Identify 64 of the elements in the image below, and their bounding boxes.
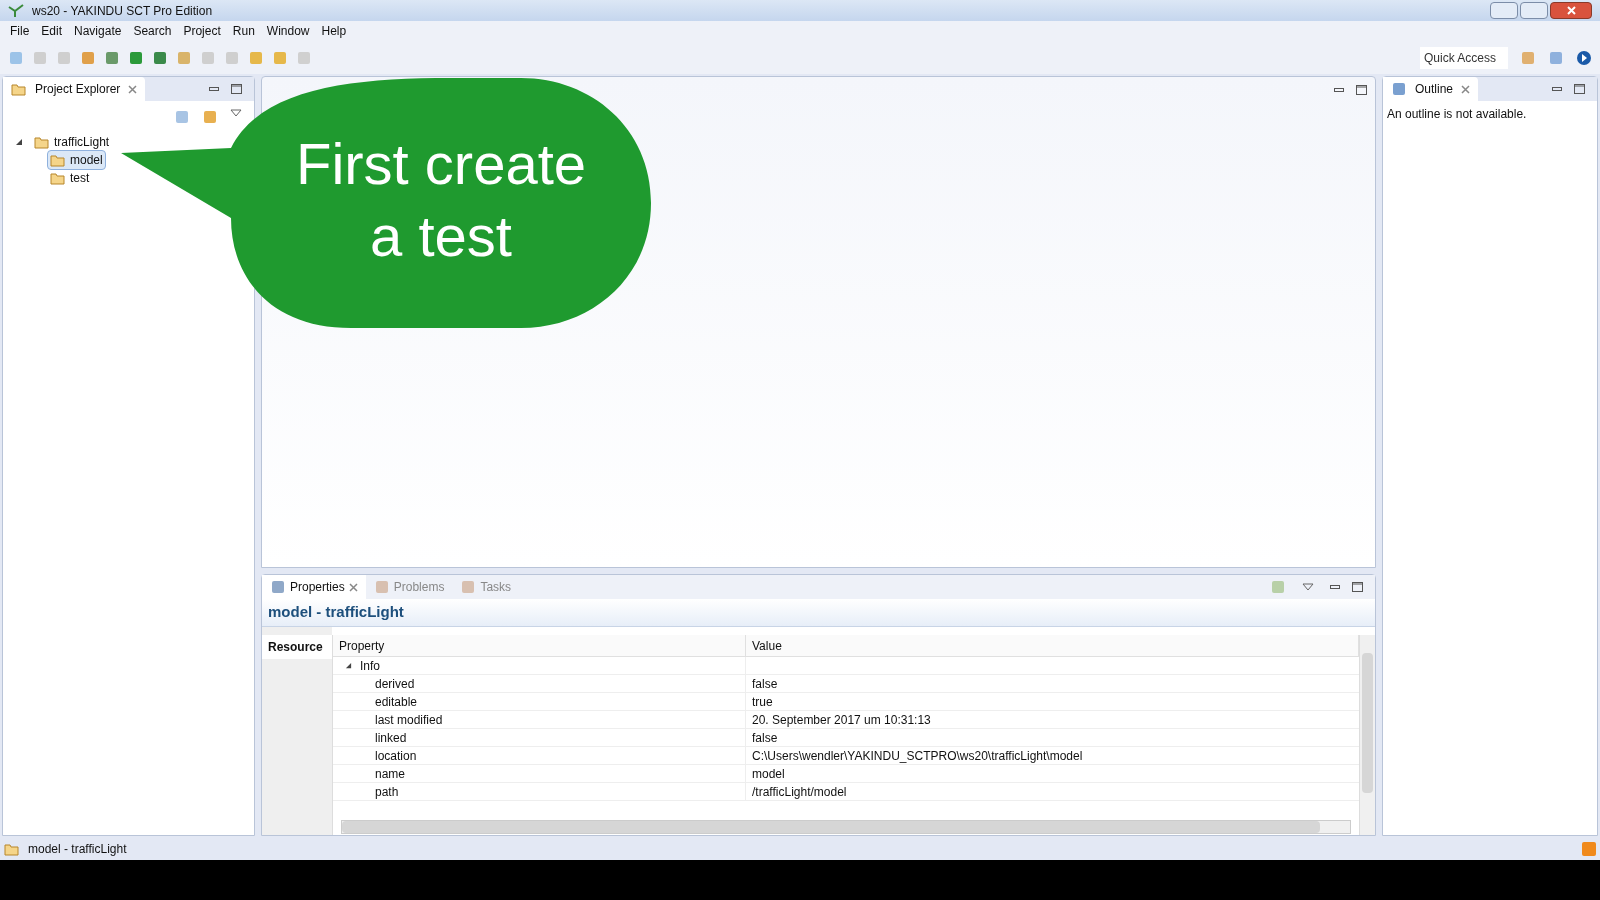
close-icon[interactable] <box>128 84 138 94</box>
tree-item[interactable]: trafficLight <box>31 132 113 152</box>
maximize-icon[interactable] <box>231 84 242 94</box>
window-title: ws20 - YAKINDU SCT Pro Edition <box>32 2 213 20</box>
expanded-arrow-icon[interactable] <box>345 662 352 669</box>
table-cell-text: Info <box>360 657 380 675</box>
minimize-icon[interactable] <box>1330 585 1340 589</box>
menu-item[interactable]: Run <box>226 22 261 40</box>
menu-item[interactable]: Project <box>177 22 227 40</box>
table-cell-text: last modified <box>375 711 443 729</box>
close-icon[interactable] <box>348 582 358 592</box>
expanded-arrow-icon[interactable] <box>15 138 23 146</box>
quick-access-field[interactable]: Quick Access <box>1420 46 1508 69</box>
minimize-icon[interactable] <box>209 87 219 91</box>
column-header[interactable]: Property <box>333 635 746 656</box>
table-cell-text: path <box>375 783 399 801</box>
table-cell-text: /trafficLight/model <box>752 783 847 801</box>
table-cell-text: location <box>375 747 417 765</box>
vertical-scrollbar[interactable] <box>1359 635 1375 835</box>
view-tab[interactable]: Outline <box>1383 77 1479 101</box>
table-cell-text: name <box>375 765 406 783</box>
minimize-icon[interactable] <box>1334 88 1344 92</box>
menu-item[interactable]: Navigate <box>68 22 128 40</box>
maximize-icon[interactable] <box>1574 84 1585 94</box>
menu-item[interactable]: Window <box>260 22 316 40</box>
table-cell-text: model <box>752 765 785 783</box>
restore-window-button[interactable] <box>1520 2 1548 19</box>
minimize-window-button[interactable] <box>1490 2 1518 19</box>
menu-item[interactable]: Help <box>315 22 353 40</box>
folder-icon <box>50 153 66 167</box>
table-cell-text: false <box>752 675 778 693</box>
menu-item[interactable]: Search <box>127 22 178 40</box>
table-cell-text: true <box>752 693 773 711</box>
table-cell-text: derived <box>375 675 415 693</box>
explorer-icon <box>11 82 27 96</box>
status-text: model - trafficLight <box>28 841 127 858</box>
minimize-icon[interactable] <box>1552 87 1562 91</box>
view-menu-icon[interactable] <box>1302 583 1314 591</box>
horizontal-scrollbar[interactable] <box>341 820 1351 834</box>
side-tab[interactable]: Resource <box>262 635 332 659</box>
folder-icon <box>34 135 50 149</box>
table-cell-text: C:\Users\wendler\YAKINDU_SCTPRO\ws20\trafficLight\model <box>752 747 1083 765</box>
maximize-icon[interactable] <box>1352 582 1363 592</box>
table-cell-text: false <box>752 729 778 747</box>
folder-icon <box>4 842 20 856</box>
app-logo-icon <box>8 3 24 18</box>
close-window-button[interactable] <box>1550 2 1592 19</box>
view-menu-icon[interactable] <box>230 109 242 117</box>
view-tab[interactable]: Project Explorer <box>3 77 146 101</box>
tree-item[interactable]: model <box>47 150 106 170</box>
close-icon[interactable] <box>1461 84 1471 94</box>
close-icon <box>1566 6 1576 15</box>
play-circle-icon[interactable] <box>1576 49 1592 66</box>
tree-item[interactable]: test <box>47 168 93 188</box>
table-cell-text: 20. September 2017 um 10:31:13 <box>752 711 931 729</box>
maximize-icon[interactable] <box>1356 85 1367 95</box>
menu-item[interactable]: File <box>4 22 36 40</box>
outline-message: An outline is not available. <box>1386 106 1528 123</box>
table-cell-text: linked <box>375 729 407 747</box>
properties-heading: model - trafficLight <box>262 599 1375 627</box>
table-cell-text: editable <box>375 693 418 711</box>
view-tab[interactable]: Properties <box>262 575 366 599</box>
menu-item[interactable]: Edit <box>35 22 69 40</box>
callout-text: First create a test <box>294 130 588 270</box>
